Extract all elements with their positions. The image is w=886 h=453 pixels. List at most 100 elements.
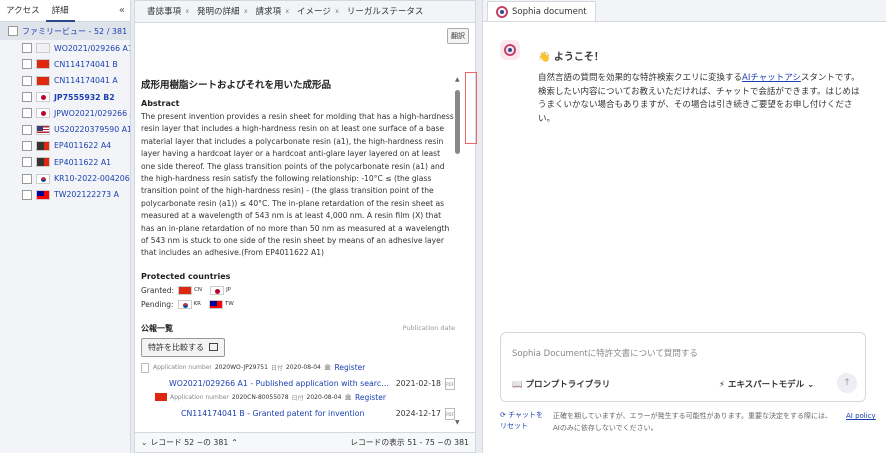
prompt-library-button[interactable]: 📖 プロンプトライブラリ	[512, 378, 610, 390]
granted-row: Granted: CN JP	[141, 285, 455, 295]
item-checkbox[interactable]	[22, 43, 32, 54]
reset-icon: ⟳	[500, 411, 509, 419]
tab-access[interactable]: アクセス	[0, 0, 46, 22]
tab-sophia-document[interactable]: Sophia document	[487, 1, 596, 21]
us-flag-icon	[36, 124, 50, 135]
family-list-item[interactable]: JP7555932 B2	[0, 89, 130, 105]
register-link[interactable]: Register	[334, 363, 365, 372]
family-list-item[interactable]: CN114174041 A	[0, 73, 130, 89]
scroll-up-icon[interactable]: ▲	[455, 76, 460, 83]
ai-policy-link[interactable]: AI policy	[846, 410, 876, 422]
document-icon	[141, 362, 149, 373]
family-view-row[interactable]: ファミリービュー - 52 / 381	[0, 22, 130, 40]
prev-record-icon[interactable]: ⌄	[141, 438, 148, 447]
abstract-heading: Abstract	[141, 99, 180, 108]
item-checkbox[interactable]	[22, 124, 32, 135]
item-checkbox[interactable]	[22, 157, 32, 168]
item-checkbox[interactable]	[22, 173, 32, 184]
tab-bibliography[interactable]: 書誌事項 x	[139, 2, 189, 22]
item-checkbox[interactable]	[22, 75, 32, 86]
item-checkbox[interactable]	[22, 189, 32, 200]
family-list-item[interactable]: CN114174041 B	[0, 56, 130, 72]
family-list-item[interactable]: TW202122273 A	[0, 187, 130, 203]
patent-number-link[interactable]: JP7555932 B2	[54, 93, 115, 102]
item-checkbox[interactable]	[22, 92, 32, 103]
date-label: 日付	[291, 394, 304, 402]
app-number-label: Application number	[153, 364, 212, 372]
scroll-down-icon[interactable]: ▼	[455, 419, 460, 426]
patent-number-link[interactable]: EP4011622 A4	[54, 141, 111, 150]
tab-legal-status[interactable]: リーガルステータス	[339, 2, 432, 22]
family-list-item[interactable]: KR10-2022-0042061 A	[0, 170, 130, 186]
family-list-item[interactable]: EP4011622 A1	[0, 154, 130, 170]
tab-details[interactable]: 詳細	[45, 0, 75, 22]
reset-chat-link[interactable]: ⟳ チャットをリセット	[500, 410, 544, 432]
tw-flag-icon	[208, 299, 223, 309]
granted-country: JP	[226, 287, 232, 294]
highlight-box	[465, 72, 477, 144]
ep-flag-icon	[36, 157, 50, 168]
jp-flag-icon	[210, 285, 225, 295]
publication-entry[interactable]: CN114174041 B - Granted patent for inven…	[181, 407, 455, 420]
patent-number-link[interactable]: CN114174041 B	[54, 60, 118, 69]
family-list-item[interactable]: WO2021/029266 A1	[0, 40, 130, 56]
item-checkbox[interactable]	[22, 108, 32, 119]
model-selector[interactable]: ⚡ エキスパートモデル ⌄	[719, 378, 814, 390]
publications-heading: 公報一覧	[141, 323, 173, 333]
patent-number-link[interactable]: TW202122273 A	[54, 190, 119, 199]
family-list-item[interactable]: EP4011622 A4	[0, 138, 130, 154]
family-checkbox[interactable]	[8, 26, 18, 36]
ai-chat-link[interactable]: AIチャットアシ	[742, 73, 801, 83]
tab-invention-details[interactable]: 発明の詳細 x	[189, 2, 248, 22]
patent-number-link[interactable]: EP4011622 A1	[54, 158, 111, 167]
document-tabs: 書誌事項 x 発明の詳細 x 請求項 x イメージ x リーガルステータス	[135, 1, 475, 23]
tab-claims[interactable]: 請求項 x	[248, 2, 290, 22]
sophia-logo-icon	[496, 5, 508, 18]
patent-number-link[interactable]: KR10-2022-0042061 A	[54, 174, 130, 183]
translate-button[interactable]: 翻訳	[447, 28, 469, 44]
publication-entry[interactable]: WO2021/029266 A1 - Published application…	[169, 377, 455, 390]
application-meta: Application number 2020WO-JP29751 日付 2020-…	[141, 362, 455, 373]
next-record-icon[interactable]: ⌃	[231, 438, 238, 447]
disclaimer-text: 正確を期していますが、エラーが発生する可能性があります。重要な決定をする際には、…	[553, 412, 832, 432]
ep-flag-icon	[36, 140, 50, 151]
book-icon: 📖	[512, 380, 526, 390]
publication-title[interactable]: WO2021/029266 A1 - Published application…	[169, 379, 389, 388]
app-number: 2020WO-JP29751	[214, 364, 268, 372]
pdf-icon[interactable]: PDF	[445, 407, 455, 420]
family-list-item[interactable]: JPWO2021/029266 A	[0, 105, 130, 121]
item-checkbox[interactable]	[22, 140, 32, 151]
publication-date: 2021-02-18	[395, 379, 441, 389]
item-checkbox[interactable]	[22, 59, 32, 70]
register-link[interactable]: Register	[355, 393, 386, 402]
chat-input-placeholder[interactable]: Sophia Documentに特許文書について質問する	[512, 347, 698, 359]
application-meta: Application number 2020CN-80055078 日付 2020…	[155, 393, 455, 402]
patent-number-link[interactable]: WO2021/029266 A1	[54, 44, 130, 53]
abstract-text: The present invention provides a resin s…	[141, 112, 454, 258]
date-label: 日付	[270, 365, 283, 373]
lightning-icon: ⚡	[719, 380, 728, 390]
msg-text: 自然言語の質問を効果的な特許検索クエリに変換する	[538, 73, 743, 83]
chat-input-box[interactable]: Sophia Documentに特許文書について質問する 📖 プロンプトライブラ…	[500, 332, 866, 402]
patent-number-link[interactable]: CN114174041 A	[54, 76, 118, 85]
send-button[interactable]: ↑	[837, 373, 857, 393]
cn-flag-icon	[36, 75, 50, 86]
scroll-thumb[interactable]	[455, 90, 460, 154]
document-content: 成形用樹脂シートおよびそれを用いた成形品 Abstract The presen…	[141, 43, 455, 431]
document-scrollbar[interactable]: ▲ ▼	[455, 76, 463, 431]
cn-flag-icon	[155, 393, 167, 402]
chevron-down-icon: ⌄	[804, 380, 815, 390]
collapse-icon[interactable]: «	[119, 5, 130, 16]
patent-number-link[interactable]: JPWO2021/029266 A	[54, 109, 130, 118]
jp-flag-icon	[36, 108, 50, 119]
publication-title[interactable]: CN114174041 B - Granted patent for inven…	[181, 409, 364, 418]
pdf-icon[interactable]: PDF	[445, 377, 455, 390]
family-panel: アクセス 詳細 « ファミリービュー - 52 / 381 WO2021/029…	[0, 0, 131, 453]
compare-patents-button[interactable]: 特許を比較する	[141, 337, 225, 357]
record-position: レコード 52 ~の 381	[150, 438, 229, 447]
tab-images[interactable]: イメージ x	[289, 2, 339, 22]
tab-bibliography-label: 書誌事項	[147, 7, 182, 17]
family-list-item[interactable]: US20220379590 A1	[0, 121, 130, 137]
patent-number-link[interactable]: US20220379590 A1	[54, 125, 130, 134]
protected-countries-heading: Protected countries	[141, 271, 231, 281]
